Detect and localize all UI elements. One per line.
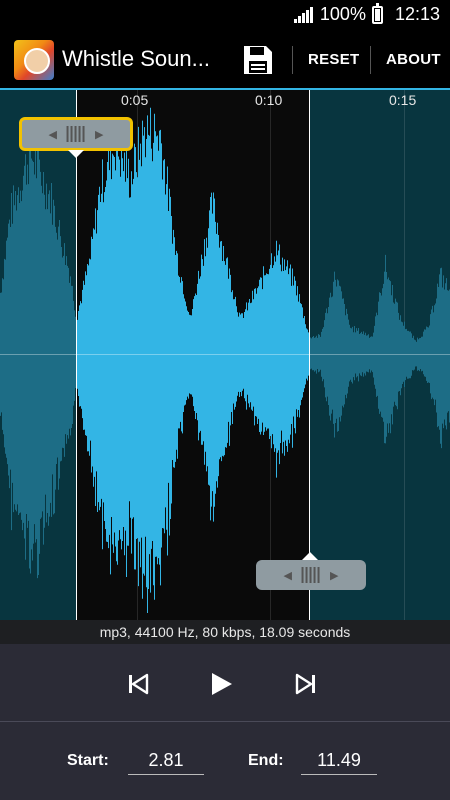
status-bar: 100% 12:13 xyxy=(0,0,450,32)
start-label: Start: xyxy=(67,752,109,769)
battery-percent: 100% xyxy=(319,4,366,24)
reset-button[interactable]: RESET xyxy=(308,51,360,68)
right-arrow-icon: ▶ xyxy=(330,569,339,582)
app-icon[interactable] xyxy=(14,40,54,80)
play-button[interactable] xyxy=(205,668,237,700)
skip-next-icon xyxy=(295,673,315,695)
right-arrow-icon: ▶ xyxy=(95,128,104,141)
start-marker-line xyxy=(76,90,77,620)
action-bar: Whistle Soun... RESET ABOUT xyxy=(0,32,450,88)
end-marker-pointer xyxy=(302,552,318,560)
left-arrow-icon: ◀ xyxy=(283,569,292,582)
app-title: Whistle Soun... xyxy=(62,46,210,71)
start-marker-handle[interactable]: ◀ ▶ xyxy=(19,117,133,151)
play-icon xyxy=(212,673,232,695)
trim-fields: Start: End: xyxy=(0,722,450,800)
signal-icon xyxy=(293,6,314,23)
start-time-input[interactable] xyxy=(128,746,204,775)
waveform xyxy=(0,107,450,613)
timeline: 0:05 0:10 0:15 xyxy=(0,90,450,110)
save-icon xyxy=(244,46,272,74)
grip-icon xyxy=(67,126,85,142)
separator xyxy=(292,46,293,74)
timeline-tick: 0:15 xyxy=(389,92,417,108)
grip-icon xyxy=(302,567,320,583)
battery-icon xyxy=(371,2,383,24)
start-marker-pointer xyxy=(68,150,84,158)
file-info: mp3, 44100 Hz, 80 kbps, 18.09 seconds xyxy=(0,620,450,644)
save-button[interactable] xyxy=(240,42,276,78)
waveform-view[interactable]: 0:05 0:10 0:15 xyxy=(0,90,450,620)
separator xyxy=(370,46,371,74)
timeline-tick: 0:05 xyxy=(121,92,149,108)
about-button[interactable]: ABOUT xyxy=(386,51,441,68)
waveform-center-line xyxy=(0,354,450,355)
end-time-input[interactable] xyxy=(301,746,377,775)
playback-controls xyxy=(0,644,450,722)
timeline-tick: 0:10 xyxy=(255,92,283,108)
skip-previous-button[interactable] xyxy=(122,668,154,700)
end-marker-line xyxy=(309,90,310,620)
skip-next-button[interactable] xyxy=(290,668,322,700)
skip-previous-icon xyxy=(129,673,149,695)
clock: 12:13 xyxy=(394,4,440,24)
end-marker-handle[interactable]: ◀ ▶ xyxy=(256,560,366,590)
end-label: End: xyxy=(248,752,284,769)
left-arrow-icon: ◀ xyxy=(48,128,57,141)
